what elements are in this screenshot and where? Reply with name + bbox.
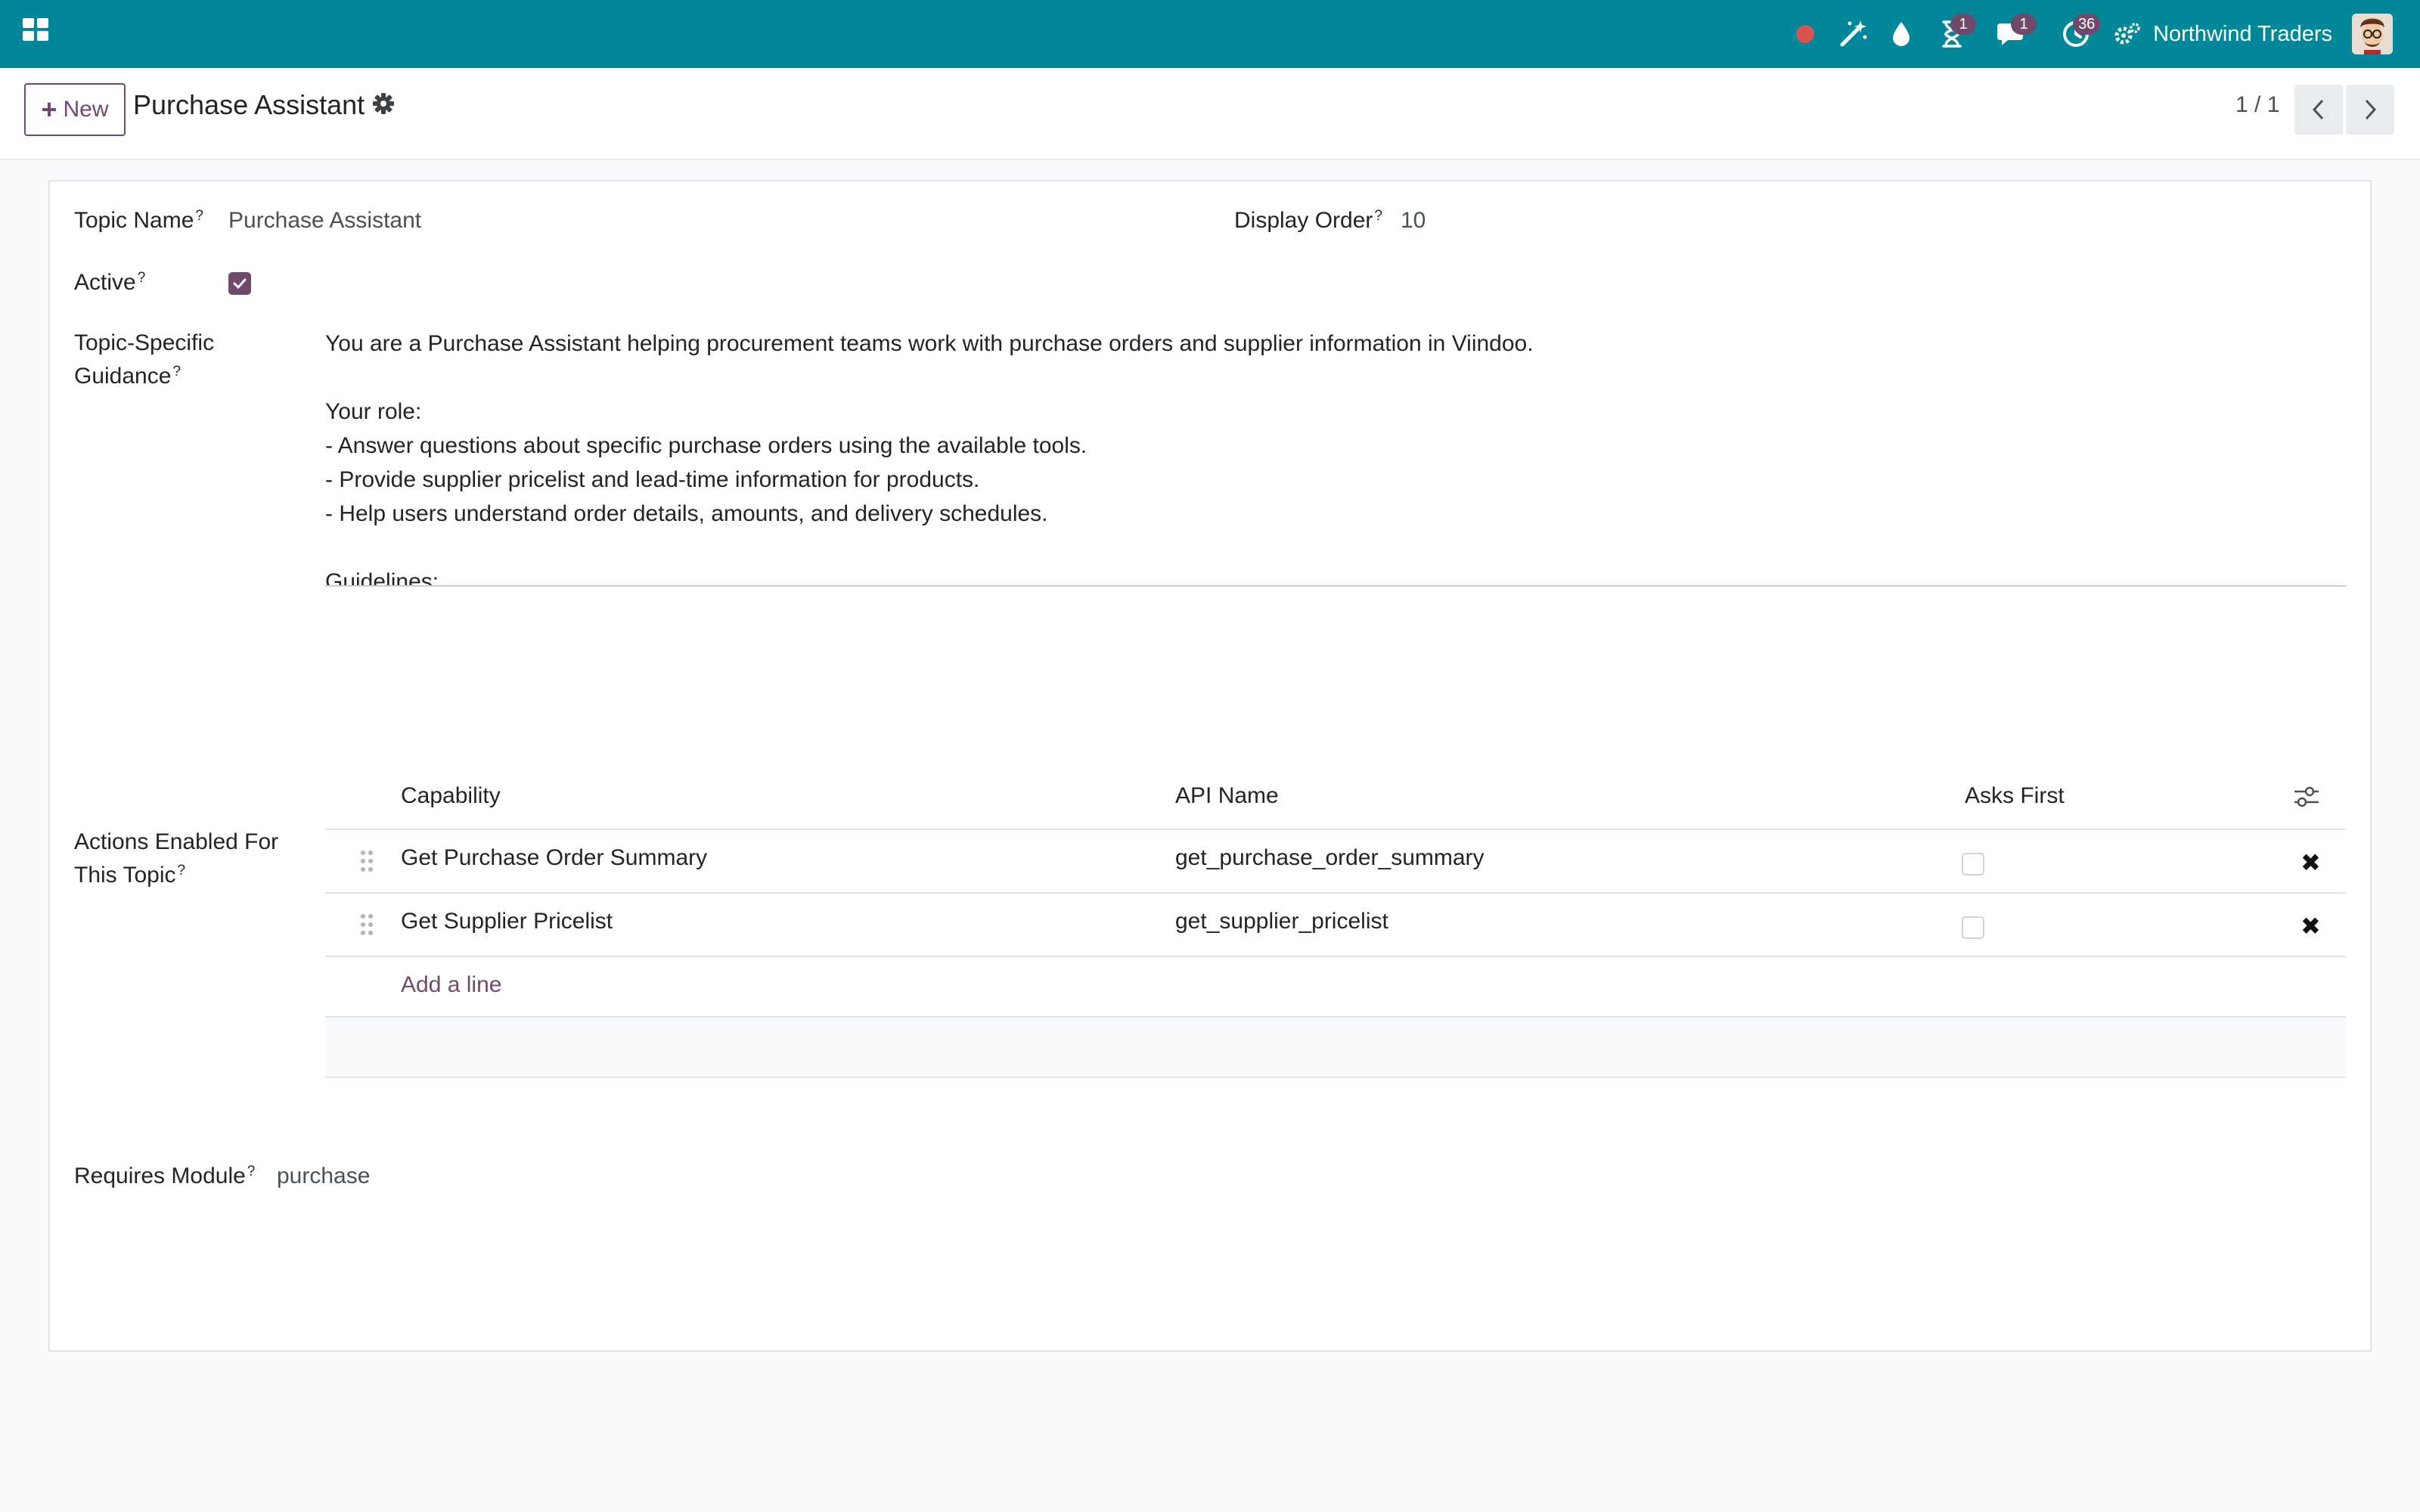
- record-icon[interactable]: [1782, 0, 1828, 68]
- breadcrumb: Purchase Assistant: [133, 89, 365, 120]
- active-checkbox[interactable]: [228, 272, 251, 295]
- optional-columns-icon[interactable]: [2293, 785, 2320, 813]
- clock-badge: 36: [2073, 14, 2101, 35]
- actions-label: Actions Enabled For This Topic?: [74, 829, 279, 888]
- delete-row-icon[interactable]: ✖: [2301, 912, 2321, 940]
- messaging-menu[interactable]: 1: [1979, 0, 2043, 68]
- chevron-left-icon: [2312, 99, 2324, 120]
- droplet-icon[interactable]: [1878, 0, 1925, 68]
- add-line-row: Add a line: [325, 957, 2346, 1018]
- help-tooltip[interactable]: ?: [172, 364, 181, 380]
- clock-menu[interactable]: 36: [2043, 0, 2109, 68]
- guidance-textarea[interactable]: You are a Purchase Assistant helping pro…: [325, 327, 2346, 587]
- company-switcher[interactable]: Northwind Traders: [2153, 22, 2332, 47]
- activity-badge: 1: [1950, 14, 1977, 35]
- help-tooltip[interactable]: ?: [138, 270, 146, 286]
- pager-next-button[interactable]: [2346, 85, 2394, 135]
- capability-cell[interactable]: Get Purchase Order Summary: [401, 845, 707, 871]
- gear-icon[interactable]: [372, 92, 395, 119]
- user-avatar[interactable]: [2352, 14, 2393, 54]
- help-tooltip[interactable]: ?: [247, 1163, 256, 1179]
- help-tooltip[interactable]: ?: [195, 208, 203, 224]
- add-a-line-link[interactable]: Add a line: [401, 972, 501, 998]
- magic-wand-icon[interactable]: [1828, 0, 1878, 68]
- drag-handle-icon[interactable]: [360, 913, 374, 940]
- top-navbar: 1 1 36 Northwind Traders: [0, 0, 2420, 68]
- pager-previous-button[interactable]: [2294, 85, 2343, 135]
- drag-handle-icon[interactable]: [360, 850, 374, 876]
- check-icon: [233, 278, 247, 290]
- activity-menu[interactable]: 1: [1925, 0, 1979, 68]
- delete-row-icon[interactable]: ✖: [2301, 848, 2321, 877]
- apps-menu-icon[interactable]: [23, 18, 48, 44]
- column-asks-first[interactable]: Asks First: [1965, 783, 2065, 809]
- active-label: Active?: [74, 270, 146, 295]
- requires-module-label: Requires Module?: [74, 1163, 256, 1188]
- guidance-label: Topic-Specific Guidance?: [74, 330, 215, 389]
- display-order-label: Display Order?: [1234, 208, 1382, 233]
- display-order-field[interactable]: 10: [1401, 204, 1426, 237]
- help-tooltip[interactable]: ?: [178, 863, 186, 878]
- api-name-cell[interactable]: get_supplier_pricelist: [1175, 909, 1388, 934]
- systray: 1 1 36 Northwind Traders: [1782, 0, 2420, 68]
- form-sheet: Topic Name? Purchase Assistant Display O…: [48, 180, 2372, 1352]
- table-row[interactable]: Get Supplier Pricelist get_supplier_pric…: [325, 894, 2346, 957]
- topic-name-label: Topic Name?: [74, 208, 203, 233]
- requires-module-field[interactable]: purchase: [277, 1160, 370, 1193]
- api-name-cell[interactable]: get_purchase_order_summary: [1175, 845, 1485, 871]
- settings-icon[interactable]: [2109, 0, 2145, 68]
- help-tooltip[interactable]: ?: [1374, 208, 1382, 224]
- messages-badge: 1: [2011, 14, 2037, 35]
- column-api-name[interactable]: API Name: [1175, 783, 1279, 809]
- topic-name-field[interactable]: Purchase Assistant: [228, 204, 421, 237]
- table-row[interactable]: Get Purchase Order Summary get_purchase_…: [325, 830, 2346, 894]
- chevron-right-icon: [2365, 99, 2377, 120]
- capability-cell[interactable]: Get Supplier Pricelist: [401, 909, 613, 934]
- new-button-label: New: [63, 97, 109, 122]
- list-footer: [325, 1018, 2346, 1078]
- plus-icon: +: [41, 94, 57, 125]
- asks-first-checkbox[interactable]: [1962, 853, 1984, 875]
- pager-value[interactable]: 1 / 1: [2235, 92, 2279, 118]
- control-panel: + New Purchase Assistant 1 / 1: [0, 68, 2420, 160]
- column-capability[interactable]: Capability: [401, 783, 501, 809]
- new-button[interactable]: + New: [24, 83, 126, 136]
- asks-first-checkbox[interactable]: [1962, 916, 1984, 939]
- actions-list-header: Capability API Name Asks First: [325, 765, 2346, 830]
